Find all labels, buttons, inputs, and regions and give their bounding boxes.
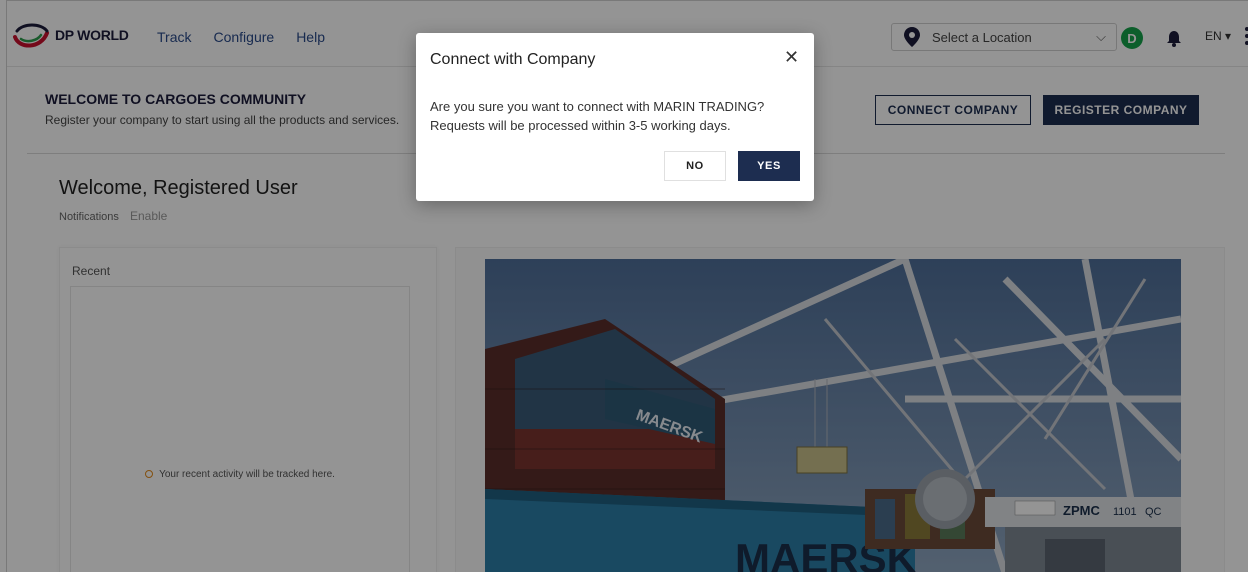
close-icon[interactable]: ✕ <box>784 47 799 68</box>
dialog-title: Connect with Company <box>430 51 596 68</box>
dialog-message-line-2: Requests will be processed within 3-5 wo… <box>430 118 731 133</box>
yes-button[interactable]: YES <box>738 151 800 181</box>
connect-company-dialog: Connect with Company ✕ Are you sure you … <box>416 33 814 201</box>
dialog-message: Are you sure you want to connect with MA… <box>430 97 810 135</box>
dialog-message-line-1: Are you sure you want to connect with MA… <box>430 99 765 114</box>
no-button[interactable]: NO <box>664 151 726 181</box>
